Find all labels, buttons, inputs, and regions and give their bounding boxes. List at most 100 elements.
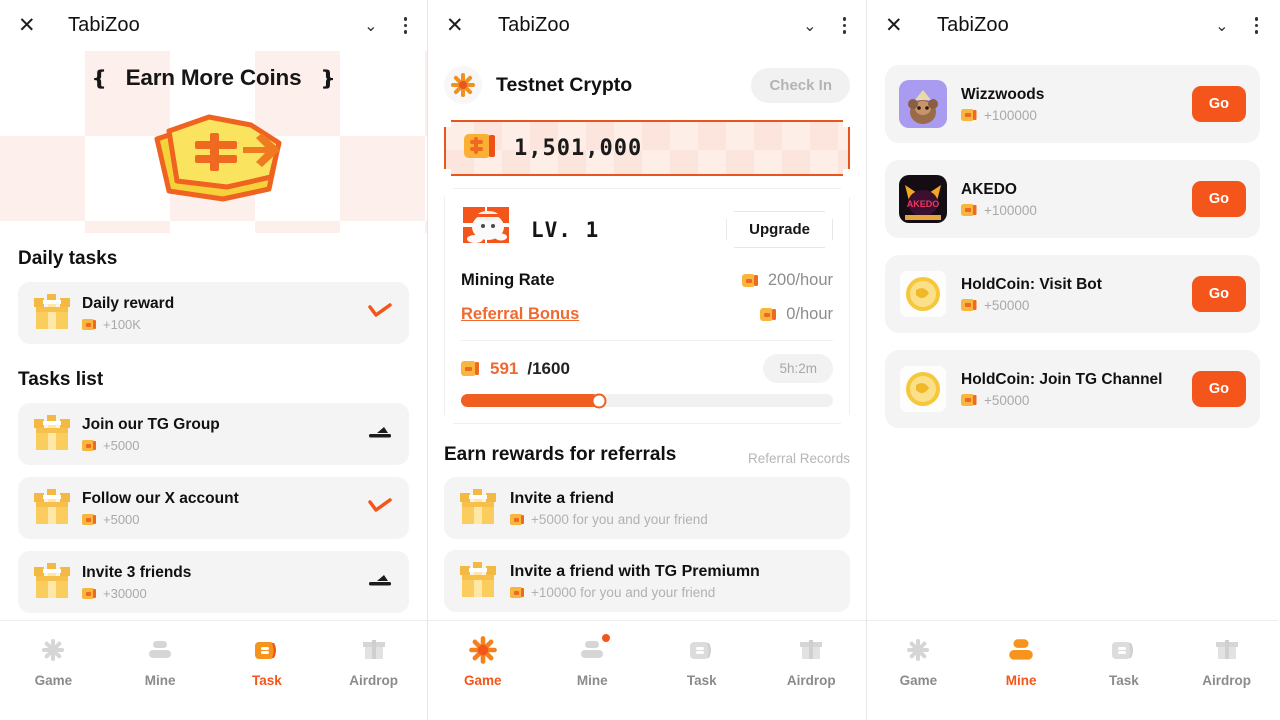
close-icon[interactable]: ✕: [18, 15, 48, 36]
titlebar-mine: ✕ TabiZoo ⌄: [867, 0, 1278, 51]
nav-item-airdrop[interactable]: Airdrop: [757, 635, 867, 688]
airdrop-text: HoldCoin: Join TG Channel +50000: [961, 371, 1184, 408]
window-title: TabiZoo: [937, 14, 1009, 36]
go-button[interactable]: Go: [1191, 276, 1246, 312]
referral-bonus-value: 0/hour: [786, 305, 833, 323]
page-title: ❴ Earn More Coins ❵: [0, 65, 427, 91]
go-arrow-icon[interactable]: [367, 572, 393, 593]
go-button[interactable]: Go: [1191, 181, 1246, 217]
referral-row[interactable]: Invite a friend +5000 for you and your f…: [444, 477, 850, 539]
task-reward-value: +5000: [103, 511, 140, 527]
nav-item-airdrop[interactable]: Airdrop: [1175, 635, 1278, 688]
mining-rate-label: Mining Rate: [461, 271, 555, 289]
airdrop-name: HoldCoin: Visit Bot: [961, 275, 1102, 293]
more-vertical-icon[interactable]: [842, 17, 846, 34]
task-reward: +100K: [82, 317, 359, 332]
task-reward-value: +5000: [103, 437, 140, 453]
more-vertical-icon[interactable]: [1254, 17, 1258, 34]
nav-label: Mine: [1005, 673, 1037, 688]
balance-value: 1,501,000: [514, 135, 643, 161]
airdrop-gift-icon: [360, 635, 388, 665]
airdrop-reward-value: +50000: [984, 392, 1030, 408]
holdcoin-avatar: [899, 270, 947, 318]
balance-pattern: [446, 122, 848, 174]
coin-icon: [510, 587, 524, 598]
check-in-button[interactable]: Check In: [751, 67, 850, 103]
airdrop-gift-icon: [1213, 635, 1241, 665]
nav-item-game[interactable]: Game: [0, 635, 107, 688]
task-row[interactable]: Invite 3 friends +30000: [18, 551, 409, 613]
nav-item-game[interactable]: Game: [428, 635, 538, 688]
airdrop-reward: +100000: [961, 203, 1184, 218]
task-row[interactable]: Join our TG Group +5000: [18, 403, 409, 465]
mine-stack-icon: [1006, 635, 1036, 665]
coin-icon: [961, 394, 977, 406]
airdrop-text: Wizzwoods +100000: [961, 86, 1184, 123]
go-arrow-icon[interactable]: [367, 424, 393, 445]
tasks-list-heading: Tasks list: [18, 369, 104, 390]
bottom-nav-mine: Game Mine Task Airdrop: [867, 620, 1278, 720]
coin-icon: [760, 308, 777, 321]
airdrop-row[interactable]: Wizzwoods +100000 Go: [885, 65, 1260, 143]
referrals-header: Earn rewards for referrals Referral Reco…: [444, 444, 850, 466]
game-body: Testnet Crypto Check In 1,501,000 LV. 1 …: [428, 51, 866, 620]
cat-mascot-icon: [461, 203, 517, 256]
gift-icon: [30, 485, 74, 532]
titlebar-task: ✕ TabiZoo ⌄: [0, 0, 427, 51]
progress-bar-fill: [461, 394, 599, 407]
task-row[interactable]: Follow our X account +5000: [18, 477, 409, 539]
referral-records-link[interactable]: Referral Records: [748, 451, 850, 466]
balance-card: 1,501,000: [444, 120, 850, 176]
nav-item-task[interactable]: Task: [1073, 635, 1176, 688]
svg-text:AKEDO: AKEDO: [907, 199, 940, 209]
level-row: LV. 1 Upgrade: [461, 203, 833, 256]
airdrop-row[interactable]: HoldCoin: Visit Bot +50000 Go: [885, 255, 1260, 333]
mining-card: LV. 1 Upgrade Mining Rate 200/hour Refer…: [444, 188, 850, 424]
airdrop-row[interactable]: HoldCoin: Join TG Channel +50000 Go: [885, 350, 1260, 428]
nav-item-mine[interactable]: Mine: [107, 635, 214, 688]
airdrop-row[interactable]: AKEDO AKEDO +100000 Go: [885, 160, 1260, 238]
nav-item-mine[interactable]: Mine: [970, 635, 1073, 688]
task-coin-icon: [253, 635, 281, 665]
close-icon[interactable]: ✕: [446, 15, 476, 36]
check-icon[interactable]: [367, 497, 393, 519]
window-title: TabiZoo: [68, 14, 140, 36]
chevron-down-icon[interactable]: ⌄: [1215, 16, 1228, 36]
airdrop-reward-value: +100000: [984, 107, 1037, 123]
game-star-icon: [905, 635, 931, 665]
mine-stack-icon: [146, 635, 174, 665]
referral-sub-text: +10000 for you and your friend: [531, 585, 716, 600]
coin-icon: [82, 587, 96, 599]
go-button[interactable]: Go: [1191, 86, 1246, 122]
close-icon[interactable]: ✕: [885, 15, 915, 36]
referral-sub: +10000 for you and your friend: [510, 585, 760, 600]
coin-icon: [742, 274, 759, 287]
chevron-down-icon[interactable]: ⌄: [803, 16, 816, 36]
task-name: Daily reward: [82, 295, 175, 313]
referral-row[interactable]: Invite a friend with TG Premiumn +10000 …: [444, 550, 850, 612]
check-icon[interactable]: [367, 302, 393, 324]
nav-item-game[interactable]: Game: [867, 635, 970, 688]
task-row-daily-reward[interactable]: Daily reward +100K: [18, 282, 409, 344]
bracket-left-icon: ❴: [91, 68, 108, 90]
mine-stack-icon: [578, 634, 611, 665]
nav-label: Airdrop: [349, 673, 398, 688]
chevron-down-icon[interactable]: ⌄: [364, 16, 377, 36]
more-vertical-icon[interactable]: [403, 17, 407, 34]
airdrop-name: Wizzwoods: [961, 85, 1045, 103]
nav-item-mine[interactable]: Mine: [538, 634, 648, 688]
coin-icon: [82, 439, 96, 451]
mining-rate-value: 200/hour: [767, 271, 833, 289]
upgrade-button[interactable]: Upgrade: [726, 211, 833, 248]
gift-icon: [30, 411, 74, 458]
referral-bonus-link[interactable]: Referral Bonus: [461, 305, 579, 324]
nav-item-task[interactable]: Task: [647, 635, 757, 688]
referral-sub-text: +5000 for you and your friend: [531, 512, 708, 527]
game-star-icon: [40, 635, 66, 665]
progress-bar: [461, 394, 833, 407]
daily-tasks-heading: Daily tasks: [18, 248, 118, 269]
nav-item-task[interactable]: Task: [214, 635, 321, 688]
mining-rate-value-group: 200/hour: [742, 271, 833, 290]
nav-item-airdrop[interactable]: Airdrop: [320, 635, 427, 688]
go-button[interactable]: Go: [1191, 371, 1246, 407]
